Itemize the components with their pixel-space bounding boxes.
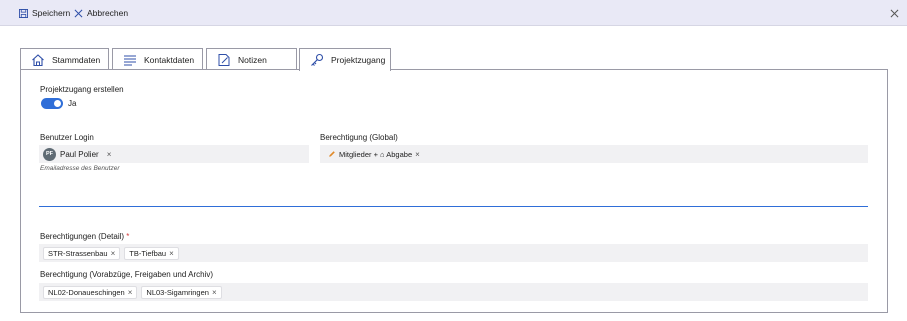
tab-label: Notizen — [238, 54, 267, 65]
key-icon — [311, 53, 324, 66]
login-hint: Emailadresse des Benutzer — [40, 165, 120, 172]
global-permission-chip: Mitglieder + ⌂ Abgabe × — [324, 148, 424, 161]
save-button[interactable]: Speichern — [19, 0, 70, 26]
save-icon — [19, 8, 28, 18]
create-access-label: Projektzugang erstellen — [40, 85, 124, 94]
chip-remove-icon[interactable]: × — [128, 288, 133, 297]
remove-user-icon[interactable]: × — [107, 150, 112, 159]
chip-label: NL02-Donaueschingen — [48, 287, 125, 297]
list-icon — [124, 55, 136, 65]
chip-remove-icon[interactable]: × — [212, 288, 217, 297]
home-icon — [32, 53, 44, 66]
chip-label: NL03-Sigamringen — [146, 287, 209, 297]
avatar: PF — [43, 147, 56, 161]
archive-permission-label: Berechtigung (Vorabzüge, Freigaben und A… — [40, 270, 213, 279]
tab-label: Kontaktdaten — [144, 54, 195, 65]
detail-permission-label: Berechtigungen (Detail) * — [40, 232, 129, 241]
required-mark: * — [126, 232, 130, 241]
remove-permission-icon[interactable]: × — [415, 150, 420, 159]
tab-projektzugang[interactable]: Projektzugang — [299, 48, 391, 71]
close-icon — [890, 9, 899, 17]
chip-remove-icon[interactable]: × — [169, 249, 174, 258]
tab-kontaktdaten[interactable]: Kontaktdaten — [112, 48, 203, 70]
pencil-icon — [329, 151, 335, 157]
permission-chip: NL02-Donaueschingen × — [43, 285, 138, 299]
user-name: Paul Polier — [60, 149, 99, 159]
user-chip: PF Paul Polier × — [43, 147, 112, 161]
note-icon — [218, 53, 230, 66]
tab-stammdaten[interactable]: Stammdaten — [20, 48, 109, 70]
permission-chip: TB-Tiefbau × — [124, 246, 179, 260]
create-access-toggle[interactable] — [41, 98, 63, 109]
close-window-button[interactable] — [890, 0, 899, 26]
login-field[interactable]: PF Paul Polier × — [39, 145, 309, 163]
chip-label: STR-Strassenbau — [48, 248, 108, 258]
tab-notizen[interactable]: Notizen — [206, 48, 297, 70]
permission-chip: NL03-Sigamringen × — [141, 285, 222, 299]
global-permission-field[interactable]: Mitglieder + ⌂ Abgabe × — [320, 145, 868, 163]
section-divider — [39, 206, 868, 207]
chip-remove-icon[interactable]: × — [111, 249, 116, 258]
chip-label: TB-Tiefbau — [129, 248, 167, 258]
toolbar: Speichern Abbrechen — [0, 0, 907, 26]
close-icon — [74, 9, 83, 17]
global-permission-value: Mitglieder + ⌂ Abgabe — [339, 149, 413, 159]
cancel-label: Abbrechen — [87, 8, 129, 18]
detail-permission-field[interactable]: STR-Strassenbau × TB-Tiefbau × — [39, 244, 868, 262]
cancel-button[interactable]: Abbrechen — [74, 0, 128, 26]
detail-permission-label-text: Berechtigungen (Detail) — [40, 232, 125, 241]
toggle-state-label: Ja — [68, 99, 77, 108]
global-permission-label: Berechtigung (Global) — [320, 133, 398, 142]
permission-chip: STR-Strassenbau × — [43, 246, 121, 260]
archive-permission-field[interactable]: NL02-Donaueschingen × NL03-Sigamringen × — [39, 283, 868, 301]
tab-label: Projektzugang — [331, 55, 386, 65]
login-label: Benutzer Login — [40, 133, 94, 142]
save-label: Speichern — [32, 8, 71, 18]
tab-label: Stammdaten — [52, 54, 101, 65]
